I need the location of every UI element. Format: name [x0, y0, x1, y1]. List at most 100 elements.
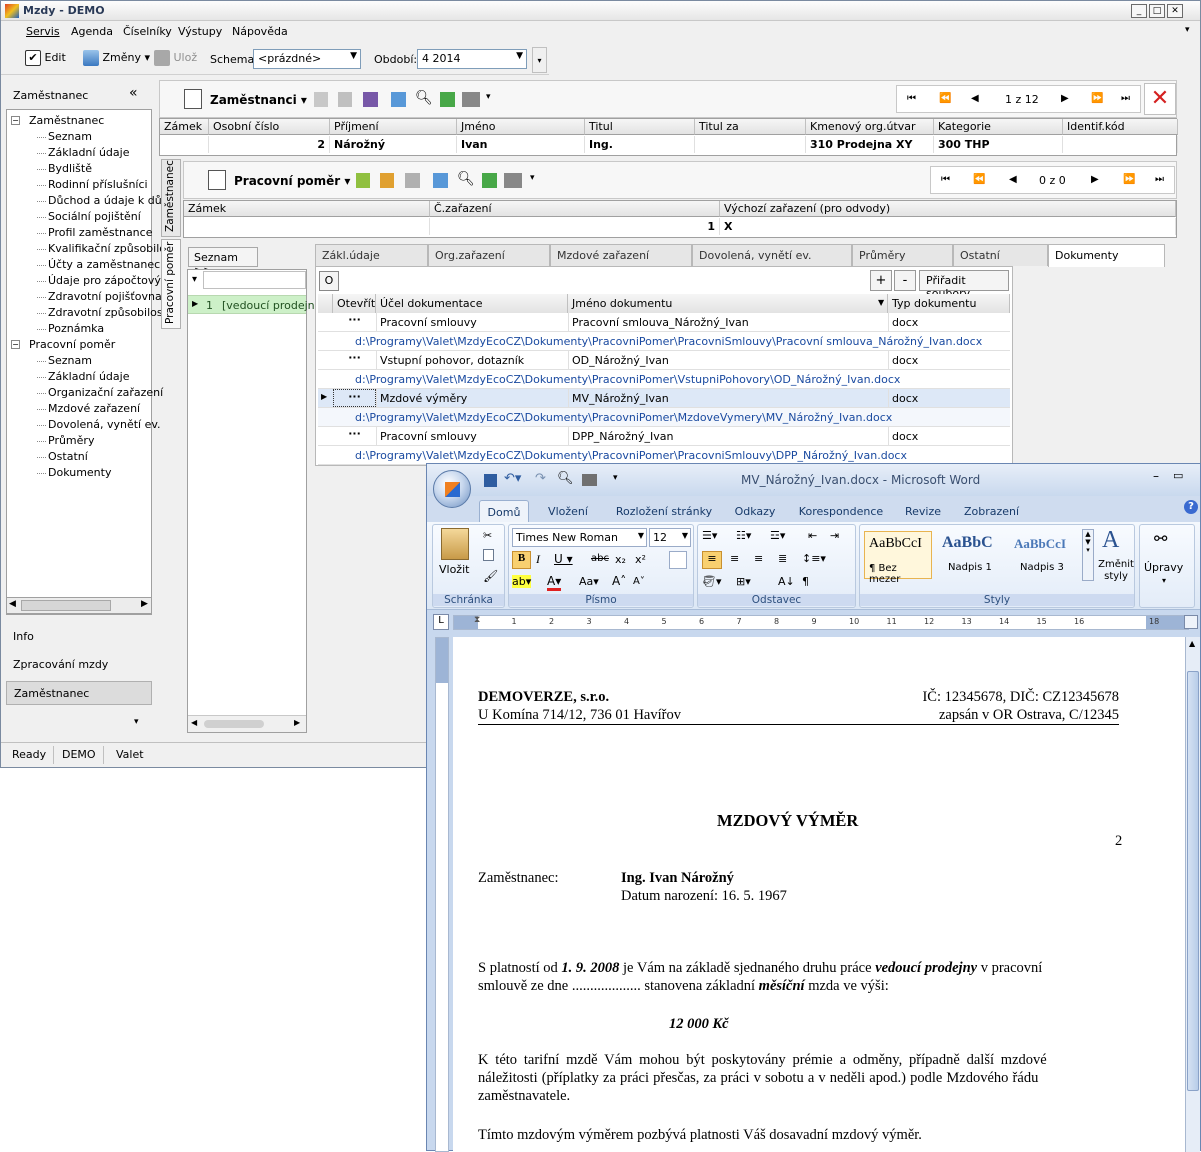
document-name[interactable]: MV_Nárožný_Ivan [572, 392, 669, 405]
document-type[interactable]: docx [892, 392, 918, 405]
tree-item[interactable]: Ostatní [48, 450, 88, 463]
tree-expand-icon[interactable]: − [11, 340, 20, 349]
table-cell[interactable]: X [720, 218, 1176, 235]
filter-input[interactable] [203, 271, 306, 289]
add-document-button[interactable]: + [870, 270, 892, 291]
remove-record-icon[interactable] [338, 92, 352, 107]
tree-item[interactable]: Údaje pro zápočtový [48, 274, 161, 287]
superscript-button[interactable]: x² [635, 553, 646, 566]
tree-item[interactable]: Průměry [48, 434, 94, 447]
schema-select[interactable]: <prázdné> ▼ [253, 49, 361, 69]
clear-format-icon[interactable] [669, 551, 687, 569]
multilevel-button[interactable]: ☲▾ [770, 529, 785, 542]
assign-files-button[interactable]: Přiřadit soubory [919, 270, 1009, 300]
open-document-button[interactable]: ··· [333, 427, 376, 445]
document-page[interactable]: DEMOVERZE, s.r.o. IČ: 12345678, DIČ: CZ1… [453, 637, 1188, 1152]
changes-button[interactable]: Změny ▾ [83, 50, 150, 66]
menu-ciselniky[interactable]: Číselníky [123, 25, 172, 38]
nav-payroll[interactable]: Zpracování mzdy [6, 653, 152, 677]
remove-document-button[interactable]: - [894, 270, 916, 291]
column-header[interactable]: Zámek [184, 201, 430, 217]
menu-servis[interactable]: Servis [26, 25, 60, 38]
nav-info[interactable]: Info [6, 625, 152, 649]
help-icon[interactable]: ? [1184, 500, 1198, 514]
table-cell[interactable]: Ing. [585, 136, 695, 153]
underline-button[interactable]: U ▾ [554, 552, 573, 566]
tree-item[interactable]: Dokumenty [48, 466, 111, 479]
next-page-button[interactable]: ⏩ [1091, 93, 1103, 104]
ribbon-tab[interactable]: Rozložení stránky [607, 500, 721, 522]
tree-item[interactable]: Kvalifikační způsobilos [48, 242, 172, 255]
quick-print-icon[interactable] [582, 474, 597, 486]
prev-record-button[interactable]: ◀ [1009, 174, 1017, 185]
edit-icon[interactable] [391, 92, 406, 107]
word-minimize-button[interactable]: – [1153, 469, 1159, 483]
indent-marker-icon[interactable]: ⧗ [474, 615, 480, 625]
ribbon-tab[interactable]: Odkazy [727, 500, 783, 522]
close-red-icon[interactable]: ✕ [1144, 83, 1176, 115]
column-header[interactable]: Osobní číslo [209, 119, 330, 135]
print-icon[interactable] [504, 173, 522, 188]
preview-icon[interactable]: 🔍︎ [557, 471, 574, 486]
nav-more-icon[interactable]: ▾ [134, 717, 139, 727]
list-scrollbar[interactable]: ◀ ▶ [188, 715, 306, 732]
decrease-indent-button[interactable]: ⇤ [808, 529, 817, 542]
paste-icon[interactable] [441, 528, 469, 560]
document-row[interactable]: ▶ ··· Mzdové výměry MV_Nárožný_Ivan docx [318, 389, 1010, 408]
column-header[interactable]: Č.zařazení [430, 201, 720, 217]
toolbar-more-icon[interactable]: ▾ [486, 92, 491, 102]
subscript-button[interactable]: x₂ [615, 553, 626, 566]
document-path[interactable]: d:\Programy\Valet\MzdyEcoCZ\Dokumenty\Pr… [318, 332, 1010, 351]
line-spacing-button[interactable]: ↕≡▾ [802, 552, 826, 565]
tree-item[interactable]: Profil zaměstnance [48, 226, 152, 239]
refresh-icon[interactable] [482, 173, 497, 188]
column-header[interactable]: Příjmení [330, 119, 457, 135]
table-cell[interactable]: 1 [430, 218, 720, 235]
remove-record-icon[interactable] [380, 173, 394, 188]
prev-record-button[interactable]: ◀ [971, 93, 979, 104]
document-row[interactable]: ··· Pracovní smlouvy DPP_Nárožný_Ivan docx [318, 427, 1010, 446]
align-center-button[interactable]: ≡ [730, 552, 739, 565]
table-cell[interactable]: 2 [209, 136, 330, 153]
shading-button[interactable]: 🪣︎▾ [702, 575, 722, 588]
view-ruler-icon[interactable] [1184, 615, 1198, 629]
document-type[interactable]: docx [892, 354, 918, 367]
side-tab-employment[interactable]: Pracovní poměr [161, 239, 181, 329]
detail-tab[interactable]: Org.zařazení [428, 244, 550, 266]
period-select[interactable]: 4 2014 ▼ [417, 49, 527, 69]
open-document-button[interactable]: ··· [333, 389, 376, 407]
justify-button[interactable]: ≣ [778, 552, 787, 565]
highlight-button[interactable]: ab▾ [512, 575, 532, 588]
tree-item[interactable]: Základní údaje [48, 370, 129, 383]
refresh-icon[interactable] [440, 92, 455, 107]
column-header[interactable]: Jméno [457, 119, 585, 135]
borders-button[interactable]: ⊞▾ [736, 575, 751, 588]
employees-title[interactable]: Zaměstnanci ▾ [210, 93, 307, 107]
ribbon-tab[interactable]: Revize [901, 500, 945, 522]
detail-tab[interactable]: Ostatní [953, 244, 1048, 266]
numbering-button[interactable]: ☷▾ [736, 529, 751, 542]
tree-expand-icon[interactable]: − [11, 116, 20, 125]
next-page-button[interactable]: ⏩ [1123, 174, 1135, 185]
document-purpose[interactable]: Pracovní smlouvy [380, 316, 477, 329]
sort-button[interactable]: A↓ [778, 575, 795, 588]
ribbon-tab[interactable]: Zobrazení [956, 500, 1027, 522]
strikethrough-button[interactable]: abc [591, 553, 609, 564]
next-record-button[interactable]: ▶ [1091, 174, 1099, 185]
open-document-button[interactable]: ··· [333, 351, 376, 369]
prev-page-button[interactable]: ⏪ [939, 93, 951, 104]
tree-item[interactable]: Bydliště [48, 162, 92, 175]
document-purpose[interactable]: Vstupní pohovor, dotazník [380, 354, 524, 367]
card-icon[interactable] [405, 173, 420, 188]
column-header[interactable]: Titul za [695, 119, 806, 135]
list-toggle-button[interactable]: Seznam >> [188, 247, 258, 277]
word-scrollbar[interactable]: ▲ [1185, 637, 1200, 1152]
undo-icon[interactable]: ↶▾ [504, 471, 521, 486]
tree-item[interactable]: Důchod a údaje k důc [48, 194, 168, 207]
detail-tab[interactable]: Mzdové zařazení [550, 244, 692, 266]
ribbon-tab[interactable]: Vložení [538, 500, 598, 522]
tree-scrollbar[interactable]: ◀ ▶ [6, 597, 152, 614]
align-left-button[interactable]: ≡ [702, 551, 722, 569]
tree-item[interactable]: Zdravotní způsobilost [48, 306, 167, 319]
format-painter-icon[interactable]: 🖌︎ [483, 569, 498, 583]
